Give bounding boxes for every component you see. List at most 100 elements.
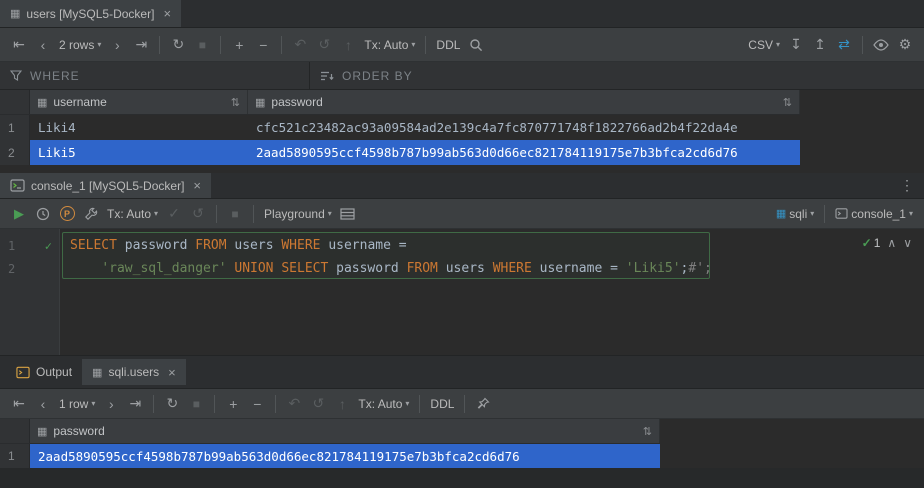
more-options-kebab-icon[interactable]: ⋮ — [890, 177, 924, 194]
close-icon[interactable]: × — [163, 7, 171, 20]
previous-result-icon[interactable]: ∧ — [887, 236, 896, 250]
reload-data-icon[interactable]: ↻ — [161, 393, 183, 415]
commit-icon[interactable]: ✓ — [163, 203, 185, 225]
submit-icon[interactable]: ↑ — [337, 34, 359, 56]
code-area[interactable]: SELECT password FROM users WHERE usernam… — [60, 229, 924, 355]
sql-whitespace — [70, 261, 101, 276]
sort-toggle-icon[interactable]: ⇅ — [783, 96, 792, 109]
column-label: password — [53, 424, 104, 438]
next-page-button[interactable]: › — [100, 393, 122, 415]
settings-gear-icon[interactable]: ⚙ — [894, 34, 916, 56]
stop-icon[interactable]: ■ — [191, 34, 213, 56]
row-number: 1 — [0, 115, 30, 140]
add-row-button[interactable]: + — [222, 393, 244, 415]
close-icon[interactable]: × — [193, 179, 201, 192]
chevron-down-icon: ▾ — [91, 399, 95, 408]
tab-users-table[interactable]: ▦ users [MySQL5-Docker] × — [0, 0, 181, 27]
pin-tab-icon[interactable] — [472, 393, 494, 415]
editor-gutter: 1 ✓ 2 — [0, 229, 60, 355]
sql-editor[interactable]: 1 ✓ 2 SELECT password FROM users WHERE u… — [0, 229, 924, 355]
execute-button[interactable]: ▶ — [8, 203, 30, 225]
ddl-button[interactable]: DDL — [427, 393, 457, 415]
cell-username[interactable]: Liki5 — [30, 140, 248, 165]
export-data-icon[interactable]: ↧ — [785, 34, 807, 56]
row-number-gutter — [0, 90, 30, 114]
stop-icon[interactable]: ■ — [224, 203, 246, 225]
first-page-button[interactable]: ⇤ — [8, 34, 30, 56]
execution-history-icon[interactable] — [32, 203, 54, 225]
previous-page-button[interactable]: ‹ — [32, 34, 54, 56]
order-by-input[interactable] — [342, 69, 914, 83]
in-editor-results-icon[interactable] — [337, 203, 359, 225]
page-size-selector[interactable]: 2 rows ▾ — [56, 34, 104, 56]
last-page-button[interactable]: ⇥ — [130, 34, 152, 56]
result-table-row-selected[interactable]: 1 2aad5890595ccf4598b787b99ab563d0d66ec8… — [0, 444, 660, 468]
column-header-username[interactable]: ▦ username ⇅ — [30, 90, 248, 114]
column-header-password[interactable]: ▦ password ⇅ — [248, 90, 800, 114]
sql-line-1[interactable]: SELECT password FROM users WHERE usernam… — [60, 234, 924, 257]
close-icon[interactable]: × — [168, 366, 176, 379]
cell-username[interactable]: Liki4 — [30, 115, 248, 140]
tab-result-sqli-users[interactable]: ▦ sqli.users × — [82, 359, 186, 385]
schema-label: sqli — [789, 207, 807, 221]
editor-inspections-widget: ✓ 1 ∧ ∨ — [862, 236, 912, 250]
sort-toggle-icon[interactable]: ⇅ — [231, 96, 240, 109]
page-size-selector[interactable]: 1 row ▾ — [56, 393, 98, 415]
order-by-area — [310, 62, 924, 89]
export-format-selector[interactable]: CSV ▾ — [745, 34, 783, 56]
data-transfer-icon[interactable]: ⇄ — [833, 34, 855, 56]
sql-keyword: WHERE — [493, 261, 532, 276]
reload-data-icon[interactable]: ↻ — [167, 34, 189, 56]
previous-page-button[interactable]: ‹ — [32, 393, 54, 415]
tx-mode-selector[interactable]: Tx: Auto ▾ — [104, 203, 161, 225]
cell-password[interactable]: 2aad5890595ccf4598b787b99ab563d0d66ec821… — [248, 140, 800, 165]
data-grid-toolbar: ⇤ ‹ 2 rows ▾ › ⇥ ↻ ■ + − ↶ ↺ ↑ Tx: Auto … — [0, 28, 924, 62]
toolbar-separator — [253, 205, 254, 223]
search-icon[interactable] — [465, 34, 487, 56]
cell-password[interactable]: 2aad5890595ccf4598b787b99ab563d0d66ec821… — [30, 444, 660, 468]
last-page-button[interactable]: ⇥ — [124, 393, 146, 415]
revert-icon[interactable]: ↶ — [283, 393, 305, 415]
submit-icon[interactable]: ↑ — [331, 393, 353, 415]
sql-line-2[interactable]: 'raw_sql_danger' UNION SELECT password F… — [60, 257, 924, 280]
gutter-line: 1 ✓ — [0, 234, 59, 257]
toolbar-separator — [153, 395, 154, 413]
table-row[interactable]: 1 Liki4 cfc521c23482ac93a09584ad2e139c4a… — [0, 115, 800, 140]
add-row-button[interactable]: + — [228, 34, 250, 56]
tx-mode-selector[interactable]: Tx: Auto ▾ — [355, 393, 412, 415]
session-selector[interactable]: console_1 ▾ — [832, 203, 916, 225]
where-filter-input[interactable] — [30, 69, 299, 83]
playground-label: Playground — [264, 207, 325, 221]
import-data-icon[interactable]: ↥ — [809, 34, 831, 56]
sort-toggle-icon[interactable]: ⇅ — [643, 425, 652, 438]
parameters-icon[interactable]: P — [56, 203, 78, 225]
tab-output[interactable]: Output — [6, 359, 82, 385]
column-header-password[interactable]: ▦ password ⇅ — [30, 419, 660, 443]
sql-keyword: FROM — [195, 238, 226, 253]
tx-mode-label: Tx: Auto — [107, 207, 151, 221]
delete-row-button[interactable]: − — [246, 393, 268, 415]
delete-row-button[interactable]: − — [252, 34, 274, 56]
tx-mode-selector[interactable]: Tx: Auto ▾ — [361, 34, 418, 56]
next-page-button[interactable]: › — [106, 34, 128, 56]
sql-keyword: FROM — [407, 261, 438, 276]
schema-selector[interactable]: ▦ sqli ▾ — [773, 203, 817, 225]
ddl-button[interactable]: DDL — [433, 34, 463, 56]
rollback-icon[interactable]: ↺ — [313, 34, 335, 56]
first-page-button[interactable]: ⇤ — [8, 393, 30, 415]
table-row-selected[interactable]: 2 Liki5 2aad5890595ccf4598b787b99ab563d0… — [0, 140, 800, 165]
rollback-icon[interactable]: ↺ — [187, 203, 209, 225]
tab-console-1[interactable]: console_1 [MySQL5-Docker] × — [0, 173, 211, 198]
view-options-eye-icon[interactable] — [870, 34, 892, 56]
toolbar-separator — [824, 205, 825, 223]
settings-wrench-icon[interactable] — [80, 203, 102, 225]
where-filter-area — [0, 62, 310, 89]
rollback-icon[interactable]: ↺ — [307, 393, 329, 415]
line-number: 1 — [8, 239, 15, 253]
stop-icon[interactable]: ■ — [185, 393, 207, 415]
cell-password[interactable]: cfc521c23482ac93a09584ad2e139c4a7fc87077… — [248, 115, 800, 140]
toolbar-separator — [220, 36, 221, 54]
next-result-icon[interactable]: ∨ — [903, 236, 912, 250]
revert-icon[interactable]: ↶ — [289, 34, 311, 56]
playground-mode-selector[interactable]: Playground ▾ — [261, 203, 335, 225]
